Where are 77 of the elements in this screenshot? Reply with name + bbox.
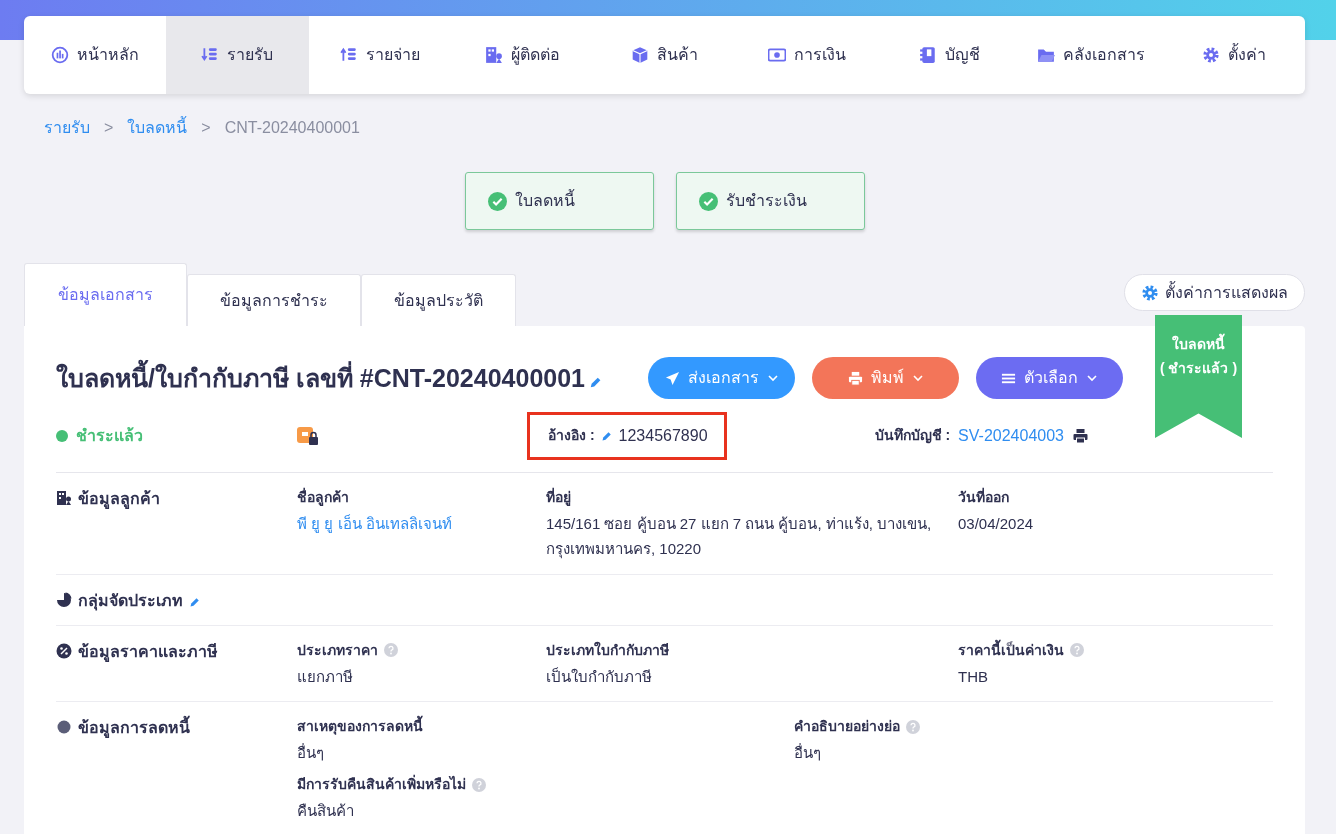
ledger-label: บันทึกบัญชี : bbox=[874, 426, 951, 446]
tab[interactable]: ข้อมูลเอกสาร bbox=[24, 263, 187, 326]
nav-item[interactable]: รายรับ bbox=[166, 16, 309, 94]
section-title: ข้อมูลราคาและภาษี bbox=[78, 641, 218, 664]
field-label: ประเภทใบกำกับภาษี bbox=[546, 640, 669, 660]
coins-arrow-icon bbox=[201, 46, 220, 64]
folder-icon bbox=[1037, 46, 1056, 64]
settings-icon bbox=[1141, 283, 1159, 302]
field-label: คำอธิบายอย่างย่อ bbox=[794, 717, 901, 737]
action-button[interactable]: ตัวเลือก bbox=[976, 357, 1123, 399]
percent-icon bbox=[56, 642, 72, 659]
ledger-link[interactable]: SV-202404003 bbox=[958, 423, 1064, 448]
tab[interactable]: ข้อมูลการชำระ bbox=[187, 274, 361, 326]
field-value: คืนสินค้า bbox=[297, 801, 355, 821]
edit-icon bbox=[189, 595, 201, 608]
field-label: วันที่ออก bbox=[958, 487, 1009, 507]
nav-item[interactable]: บัญชี bbox=[877, 16, 1021, 94]
breadcrumb-separator: > bbox=[104, 118, 114, 138]
field-label: ประเภทราคา bbox=[297, 640, 379, 660]
status-dot-icon bbox=[56, 429, 68, 442]
field-label: มีการรับคืนสินค้าเพิ่มหรือไม่ bbox=[297, 774, 467, 794]
locked-chat-icon bbox=[297, 426, 319, 447]
nav-item[interactable]: หน้าหลัก bbox=[24, 16, 167, 94]
breadcrumb-current: CNT-20240400001 bbox=[224, 118, 360, 138]
field-value: อื่นๆ bbox=[297, 742, 325, 764]
help-icon bbox=[906, 719, 920, 734]
chevron-down-icon bbox=[911, 372, 924, 384]
send-icon bbox=[664, 370, 680, 386]
nav-item[interactable]: รายจ่าย bbox=[308, 16, 451, 94]
reference-value: 1234567890 bbox=[618, 425, 708, 446]
coins-arrow-icon bbox=[339, 46, 358, 64]
field-label: ชื่อลูกค้า bbox=[297, 487, 349, 508]
ribbon-subtitle: ( ชำระแล้ว ) bbox=[1158, 358, 1239, 378]
section-title: กลุ่มจัดประเภท bbox=[78, 590, 183, 613]
field-label: ที่อยู่ bbox=[546, 487, 571, 508]
building-icon bbox=[484, 46, 503, 64]
field-value: 03/04/2024 bbox=[958, 514, 1035, 534]
edit-icon bbox=[600, 429, 613, 442]
chevron-down-icon bbox=[766, 372, 779, 384]
help-icon bbox=[1070, 643, 1084, 657]
field-label: ราคานี้เป็นค่าเงิน bbox=[958, 639, 1065, 660]
pie-chart-icon bbox=[56, 591, 72, 608]
section-title: ข้อมูลการลดหนี้ bbox=[78, 716, 190, 741]
step-label: รับชำระเงิน bbox=[725, 191, 807, 211]
gauge-icon bbox=[51, 46, 70, 64]
dot-icon bbox=[56, 719, 72, 736]
cube-icon bbox=[630, 46, 649, 64]
building-icon bbox=[56, 490, 72, 506]
field-value: THB bbox=[958, 666, 989, 687]
help-icon bbox=[472, 777, 486, 792]
print-icon bbox=[1072, 427, 1089, 444]
nav-item[interactable]: สินค้า bbox=[593, 16, 736, 94]
step-label: ใบลดหนี้ bbox=[514, 189, 575, 213]
ledger-icon bbox=[918, 46, 937, 64]
reference-label: อ้างอิง : bbox=[548, 426, 595, 445]
status-label: ชำระแล้ว bbox=[76, 425, 143, 446]
field-label: สาเหตุของการลดหนี้ bbox=[297, 716, 423, 738]
ribbon-title: ใบลดหนี้ bbox=[1155, 333, 1242, 357]
section-title: ข้อมูลลูกค้า bbox=[78, 489, 160, 511]
edit-icon bbox=[589, 375, 603, 389]
nav-item[interactable]: การเงิน bbox=[735, 16, 878, 94]
help-icon bbox=[384, 643, 398, 657]
nav-item[interactable]: ตั้งค่า bbox=[1162, 16, 1305, 94]
print-icon bbox=[847, 370, 863, 386]
field-value: แยกภาษี bbox=[297, 666, 354, 687]
field-value: เป็นใบกำกับภาษี bbox=[546, 666, 653, 687]
nav-item[interactable]: คลังเอกสาร bbox=[1020, 16, 1163, 94]
banknote-icon bbox=[767, 46, 786, 64]
chevron-down-icon bbox=[1086, 372, 1098, 384]
settings-icon bbox=[1201, 46, 1220, 64]
nav-item[interactable]: ผู้ติดต่อ bbox=[451, 16, 594, 94]
breadcrumb-separator: > bbox=[201, 118, 211, 138]
display-settings-button[interactable]: ตั้งค่าการแสดงผล bbox=[1124, 274, 1305, 311]
customer-link[interactable]: พี ยู ยู เอ็น อินเทลลิเจนท์ bbox=[297, 512, 546, 537]
tab[interactable]: ข้อมูลประวัติ bbox=[361, 274, 516, 326]
field-value: อื่นๆ bbox=[794, 742, 822, 764]
field-value: 145/161 ซอย คู้บอน 27 แยก 7 ถนน คู้บอน, ท่าแร้ง, บางเขน, กรุงเทพมหานคร, 10220 bbox=[546, 514, 933, 561]
